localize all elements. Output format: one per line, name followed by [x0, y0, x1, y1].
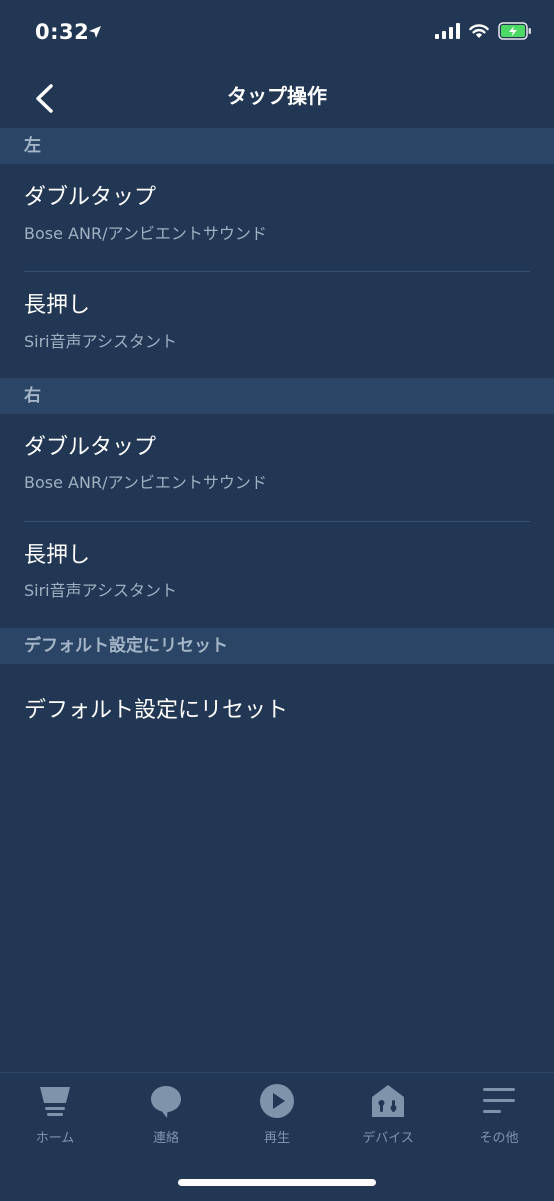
right-double-tap-row[interactable]: ダブルタップ Bose ANR/アンビエントサウンド — [0, 414, 554, 521]
home-indicator[interactable] — [178, 1179, 376, 1186]
row-title: ダブルタップ — [24, 185, 157, 210]
tab-communicate[interactable]: 連絡 — [111, 1083, 221, 1146]
tab-more[interactable]: その他 — [444, 1083, 554, 1146]
row-title: 長押し — [24, 543, 91, 568]
tab-label: その他 — [479, 1131, 519, 1146]
tab-devices[interactable]: デバイス — [333, 1083, 443, 1146]
navigation-bar: タップ操作 — [0, 68, 554, 128]
tab-label: ホーム — [35, 1131, 75, 1146]
section-header-reset: デフォルト設定にリセット — [0, 628, 554, 664]
menu-icon — [483, 1088, 515, 1113]
left-long-press-row[interactable]: 長押し Siri音声アシスタント — [0, 272, 554, 378]
status-bar: 0:32 — [0, 0, 554, 68]
row-subtitle: Bose ANR/アンビエントサウンド — [24, 473, 267, 492]
status-time: 0:32 — [35, 20, 90, 44]
page-title: タップ操作 — [227, 84, 327, 108]
tab-label: デバイス — [362, 1131, 414, 1146]
cellular-signal-icon — [435, 23, 460, 39]
row-title: 長押し — [24, 293, 91, 318]
home-icon — [40, 1087, 70, 1116]
reset-to-default-label: デフォルト設定にリセット — [24, 698, 289, 723]
tab-home[interactable]: ホーム — [0, 1083, 110, 1146]
row-subtitle: Bose ANR/アンビエントサウンド — [24, 224, 267, 243]
section-header-left: 左 — [0, 128, 554, 164]
wifi-icon — [469, 24, 489, 38]
devices-icon — [372, 1085, 404, 1117]
row-title: ダブルタップ — [24, 435, 157, 460]
section-header-right: 右 — [0, 378, 554, 414]
tab-label: 再生 — [263, 1131, 290, 1146]
battery-charging-icon — [498, 22, 531, 40]
location-arrow-icon — [89, 26, 101, 38]
row-subtitle: Siri音声アシスタント — [24, 332, 177, 351]
right-long-press-row[interactable]: 長押し Siri音声アシスタント — [0, 522, 554, 628]
row-subtitle: Siri音声アシスタント — [24, 581, 177, 600]
play-icon — [260, 1084, 294, 1118]
status-icons — [435, 22, 532, 40]
tab-play[interactable]: 再生 — [222, 1083, 332, 1146]
chat-bubble-icon — [151, 1086, 181, 1118]
left-double-tap-row[interactable]: ダブルタップ Bose ANR/アンビエントサウンド — [0, 164, 554, 272]
tab-label: 連絡 — [152, 1131, 179, 1146]
reset-to-default-row[interactable]: デフォルト設定にリセット — [0, 664, 554, 754]
